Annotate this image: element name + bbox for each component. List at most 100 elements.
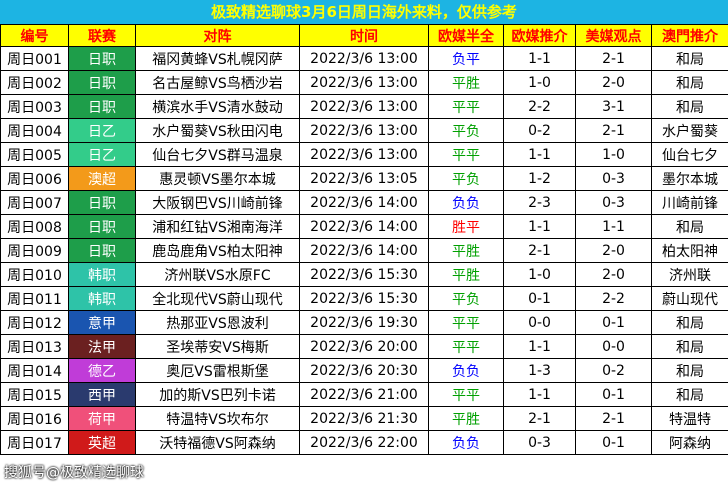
cell-macau-pick: 阿森纳 (651, 430, 728, 455)
table-row: 周日011 韩职 全北现代VS蔚山现代 2022/3/6 15:30 平负 0-1 2-2 蔚… (0, 286, 728, 311)
cell-id: 周日017 (0, 430, 69, 455)
cell-match: 鹿岛鹿角VS柏太阳神 (135, 238, 300, 263)
cell-macau-pick: 和局 (651, 310, 728, 335)
cell-time: 2022/3/6 14:00 (299, 238, 429, 263)
cell-league: 法甲 (68, 334, 136, 359)
sheet: 极致精选聊球3月6日周日海外来料，仅供参考 编号 联赛 对阵 时间 欧媒半全 欧… (0, 0, 728, 491)
cell-id: 周日013 (0, 334, 69, 359)
cell-league: 日职 (68, 94, 136, 119)
cell-match: 惠灵顿VS墨尔本城 (135, 166, 300, 191)
header-us-view: 美媒观点 (575, 24, 652, 47)
cell-macau-pick: 和局 (651, 214, 728, 239)
cell-time: 2022/3/6 20:00 (299, 334, 429, 359)
cell-macau-pick: 济州联 (651, 262, 728, 287)
cell-euro-pick: 1-1 (503, 334, 576, 359)
table-row: 周日001 日职 福冈黄蜂VS札幌冈萨 2022/3/6 13:00 负平 1-1 2-1 和… (0, 46, 728, 71)
cell-us-view: 2-1 (575, 118, 652, 143)
cell-euro-pick: 1-2 (503, 166, 576, 191)
cell-halffull: 负负 (428, 190, 504, 215)
cell-halffull: 平负 (428, 166, 504, 191)
cell-id: 周日015 (0, 382, 69, 407)
cell-time: 2022/3/6 13:00 (299, 142, 429, 167)
cell-id: 周日011 (0, 286, 69, 311)
table-row: 周日007 日职 大阪钢巴VS川崎前锋 2022/3/6 14:00 负负 2-3 0-3 川… (0, 190, 728, 215)
cell-match: 横滨水手VS清水鼓动 (135, 94, 300, 119)
cell-id: 周日009 (0, 238, 69, 263)
cell-match: 圣埃蒂安VS梅斯 (135, 334, 300, 359)
cell-halffull: 平平 (428, 334, 504, 359)
cell-macau-pick: 水户蜀葵 (651, 118, 728, 143)
header-euro-pick: 欧媒推介 (503, 24, 576, 47)
cell-id: 周日004 (0, 118, 69, 143)
cell-halffull: 平平 (428, 142, 504, 167)
cell-id: 周日010 (0, 262, 69, 287)
cell-time: 2022/3/6 13:00 (299, 94, 429, 119)
cell-halffull: 平负 (428, 286, 504, 311)
cell-us-view: 2-1 (575, 46, 652, 71)
table-row: 周日008 日职 浦和红钻VS湘南海洋 2022/3/6 14:00 胜平 1-1 1-1 和… (0, 214, 728, 239)
cell-time: 2022/3/6 13:00 (299, 70, 429, 95)
cell-us-view: 3-1 (575, 94, 652, 119)
cell-match: 福冈黄蜂VS札幌冈萨 (135, 46, 300, 71)
cell-us-view: 2-2 (575, 286, 652, 311)
header-league: 联赛 (68, 24, 136, 47)
cell-league: 德乙 (68, 358, 136, 383)
cell-league: 韩职 (68, 262, 136, 287)
cell-euro-pick: 1-1 (503, 46, 576, 71)
table-row: 周日003 日职 横滨水手VS清水鼓动 2022/3/6 13:00 平平 2-2 3-1 和… (0, 94, 728, 119)
cell-league: 意甲 (68, 310, 136, 335)
cell-id: 周日003 (0, 94, 69, 119)
cell-match: 浦和红钻VS湘南海洋 (135, 214, 300, 239)
cell-halffull: 平胜 (428, 406, 504, 431)
cell-id: 周日001 (0, 46, 69, 71)
cell-euro-pick: 1-0 (503, 70, 576, 95)
cell-us-view: 2-1 (575, 406, 652, 431)
cell-league: 日职 (68, 238, 136, 263)
cell-macau-pick: 和局 (651, 382, 728, 407)
cell-euro-pick: 2-1 (503, 238, 576, 263)
cell-league: 澳超 (68, 166, 136, 191)
cell-euro-pick: 0-0 (503, 310, 576, 335)
cell-league: 日乙 (68, 142, 136, 167)
cell-match: 加的斯VS巴列卡诺 (135, 382, 300, 407)
table-row: 周日016 荷甲 特温特VS坎布尔 2022/3/6 21:30 平胜 2-1 2-1 特温特 (0, 406, 728, 431)
cell-time: 2022/3/6 22:00 (299, 430, 429, 455)
cell-halffull: 负平 (428, 46, 504, 71)
cell-us-view: 0-1 (575, 310, 652, 335)
header-halffull: 欧媒半全 (428, 24, 504, 47)
match-table: 编号 联赛 对阵 时间 欧媒半全 欧媒推介 美媒观点 澳門推介 周日001 日职福… (0, 24, 728, 455)
cell-id: 周日006 (0, 166, 69, 191)
cell-id: 周日012 (0, 310, 69, 335)
table-row: 周日006 澳超 惠灵顿VS墨尔本城 2022/3/6 13:05 平负 1-2 0-3 墨尔… (0, 166, 728, 191)
cell-euro-pick: 0-2 (503, 118, 576, 143)
cell-league: 西甲 (68, 382, 136, 407)
cell-macau-pick: 仙台七夕 (651, 142, 728, 167)
cell-us-view: 0-1 (575, 430, 652, 455)
table-row: 周日004 日乙 水户蜀葵VS秋田闪电 2022/3/6 13:00 平负 0-2 2-1 水… (0, 118, 728, 143)
table-row: 周日013 法甲 圣埃蒂安VS梅斯 2022/3/6 20:00 平平 1-1 0-0 和局 (0, 334, 728, 359)
cell-macau-pick: 川崎前锋 (651, 190, 728, 215)
cell-macau-pick: 和局 (651, 94, 728, 119)
cell-match: 奥厄VS雷根斯堡 (135, 358, 300, 383)
cell-match: 济州联VS水原FC (135, 262, 300, 287)
cell-league: 日职 (68, 70, 136, 95)
table-row: 周日015 西甲 加的斯VS巴列卡诺 2022/3/6 21:00 平平 1-1 0-1 和局 (0, 382, 728, 407)
cell-id: 周日016 (0, 406, 69, 431)
cell-halffull: 平平 (428, 94, 504, 119)
cell-us-view: 0-3 (575, 166, 652, 191)
cell-macau-pick: 和局 (651, 334, 728, 359)
cell-us-view: 0-3 (575, 190, 652, 215)
cell-time: 2022/3/6 15:30 (299, 286, 429, 311)
cell-league: 韩职 (68, 286, 136, 311)
cell-time: 2022/3/6 13:00 (299, 118, 429, 143)
cell-us-view: 0-0 (575, 334, 652, 359)
header-macau-pick: 澳門推介 (651, 24, 728, 47)
header-match: 对阵 (135, 24, 300, 47)
cell-euro-pick: 1-0 (503, 262, 576, 287)
cell-match: 沃特福德VS阿森纳 (135, 430, 300, 455)
cell-euro-pick: 1-1 (503, 214, 576, 239)
cell-match: 名古屋鲸VS鸟栖沙岩 (135, 70, 300, 95)
cell-halffull: 平胜 (428, 238, 504, 263)
cell-euro-pick: 2-1 (503, 406, 576, 431)
cell-time: 2022/3/6 19:30 (299, 310, 429, 335)
